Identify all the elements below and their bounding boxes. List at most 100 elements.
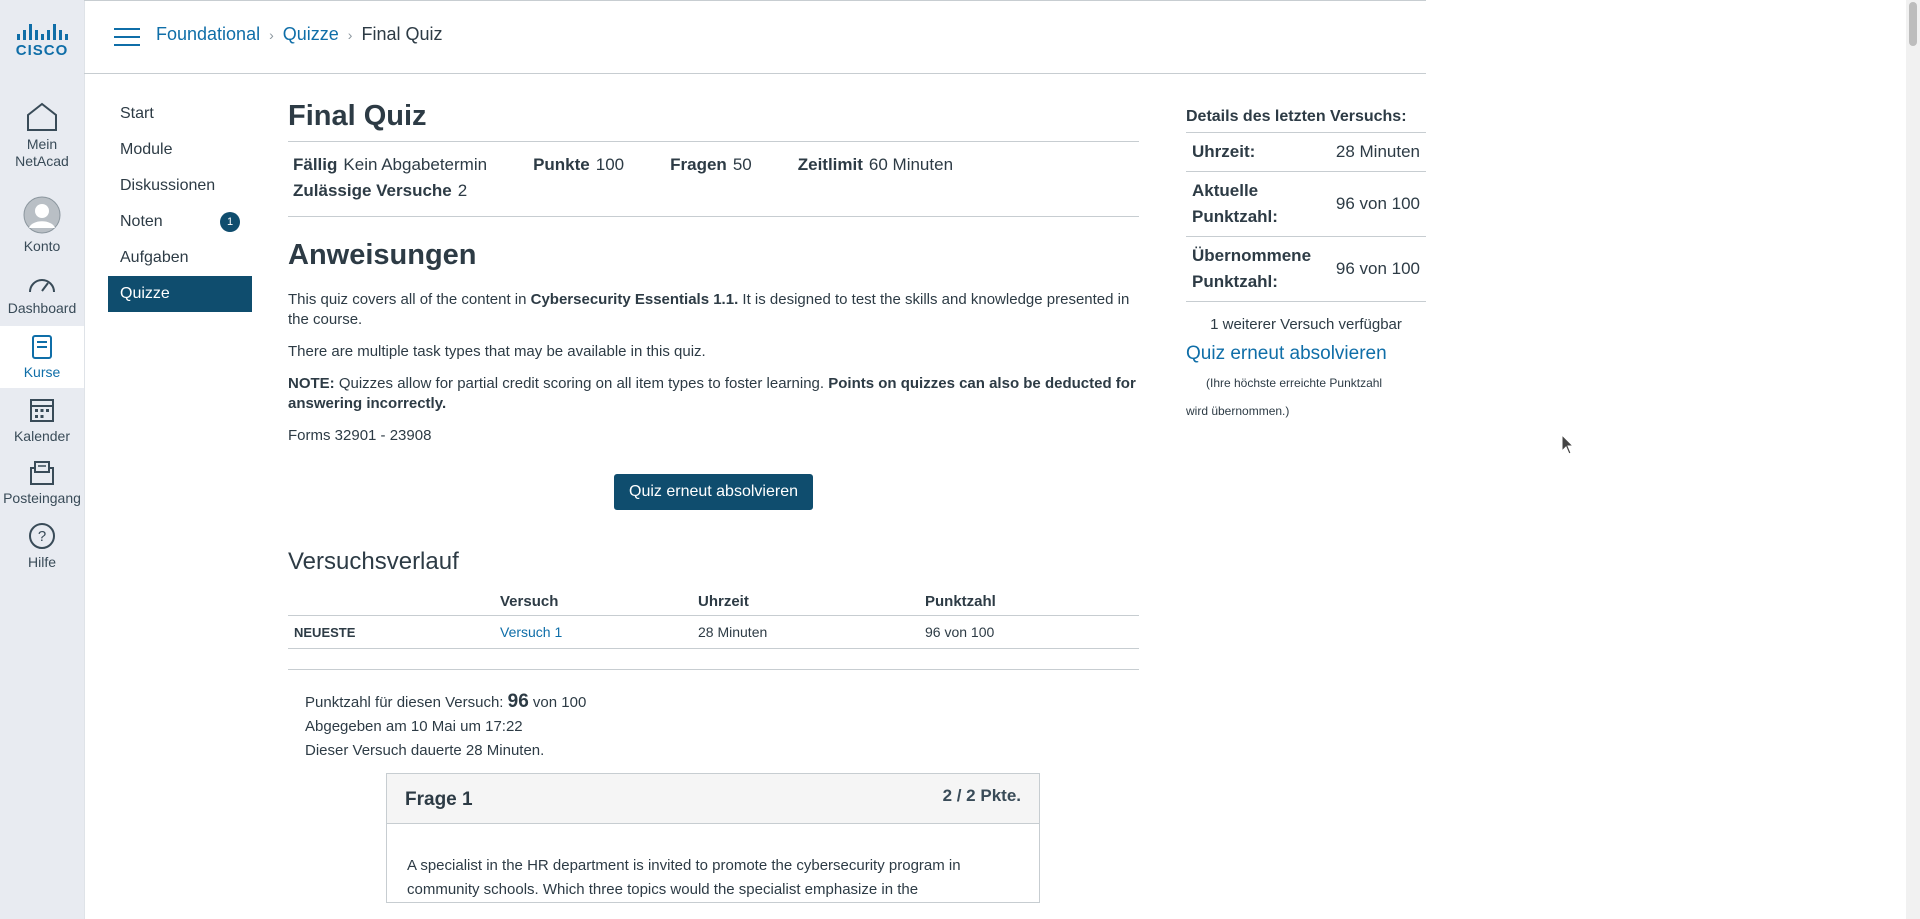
question-title: Frage 1 — [405, 789, 473, 810]
nav-label: Konto — [23, 238, 61, 254]
scrollbar-thumb[interactable] — [1909, 2, 1917, 46]
attempts-label: Zulässige Versuche — [293, 181, 452, 200]
nav-konto[interactable]: Konto — [0, 196, 84, 255]
questions-value: 50 — [732, 155, 752, 174]
mouse-cursor-icon — [1561, 434, 1575, 455]
attempts-available: 1 weiterer Versuch verfügbar — [1210, 316, 1402, 333]
detail-row: Übernommene Punktzahl: 96 von 100 — [1186, 237, 1426, 302]
attempt-score: 96 von 100 — [919, 615, 1139, 649]
top-bar: Foundational › Quizze › Final Quiz — [84, 0, 1426, 74]
attempt-time: 28 Minuten — [692, 615, 919, 649]
detail-label: Übernommene Punktzahl: — [1192, 246, 1312, 291]
detail-value: 28 Minuten — [1335, 142, 1420, 161]
retake-note: (Ihre höchste erreichte Punktzahl wird ü… — [1186, 376, 1383, 418]
attempt-history-table: Versuch Uhrzeit Punktzahl NEUESTE Versuc… — [288, 588, 1139, 649]
time-limit-value: 60 Minuten — [868, 155, 954, 174]
logo-text: CISCO — [15, 42, 69, 59]
page-title: Final Quiz — [288, 96, 1139, 142]
column-header — [288, 588, 494, 616]
instructions-paragraph: There are multiple task types that may b… — [288, 343, 706, 360]
course-nav-start[interactable]: Start — [108, 100, 252, 136]
course-nav: Start Module Diskussionen Noten 1 Aufgab… — [108, 100, 252, 312]
global-nav: CISCO Mein NetAcad Konto Dashboard Kurse… — [0, 0, 85, 919]
table-row: NEUESTE Versuch 1 28 Minuten 96 von 100 — [288, 615, 1139, 649]
course-nav-quizze[interactable]: Quizze — [108, 276, 252, 312]
chevron-right-icon: › — [347, 27, 353, 43]
instructions-heading: Anweisungen — [288, 239, 477, 271]
breadcrumb-section[interactable]: Quizze — [283, 24, 339, 44]
quiz-meta: Fällig Kein Abgabetermin Punkte 100 Fragen 50… — [288, 142, 1139, 217]
detail-label: Aktuelle Punktzahl: — [1192, 181, 1278, 226]
nav-label: Posteingang — [3, 490, 81, 506]
inbox-icon — [30, 461, 54, 485]
forms-text: Forms 32901 - 23908 — [288, 427, 432, 444]
nav-label: Hilfe — [27, 554, 56, 570]
nav-label: Kurse — [23, 364, 61, 380]
course-nav-aufgaben[interactable]: Aufgaben — [108, 244, 252, 280]
nav-label: NetAcad — [15, 153, 69, 169]
retake-quiz-button[interactable]: Quiz erneut absolvieren — [614, 474, 813, 510]
nav-label: Mein — [26, 136, 58, 152]
detail-row: Aktuelle Punktzahl: 96 von 100 — [1186, 172, 1426, 237]
attempt-link[interactable]: Versuch 1 — [500, 624, 562, 640]
attempt-details-panel: Details des letzten Versuchs: Uhrzeit: 2… — [1186, 108, 1426, 425]
column-header: Versuch — [494, 588, 692, 616]
hamburger-menu-icon[interactable] — [114, 28, 140, 48]
nav-label: Kalender — [13, 428, 71, 444]
dashboard-icon — [29, 279, 55, 293]
course-nav-module[interactable]: Module — [108, 136, 252, 172]
scrollbar[interactable] — [1906, 0, 1920, 919]
panel-title: Details des letzten Versuchs: — [1186, 108, 1426, 133]
question-card: Frage 1 2 / 2 Pkte. A specialist in the … — [386, 773, 1040, 903]
attempt-summary: Punktzahl für diesen Versuch: 96 von 100… — [288, 670, 1139, 763]
nav-hilfe[interactable]: ? Hilfe — [0, 522, 84, 571]
breadcrumb-course[interactable]: Foundational — [156, 24, 260, 44]
question-text: A specialist in the HR department is inv… — [407, 857, 961, 898]
history-heading: Versuchsverlauf — [288, 548, 459, 575]
breadcrumb: Foundational › Quizze › Final Quiz — [156, 24, 443, 45]
column-header: Punktzahl — [919, 588, 1139, 616]
duration-line: Dieser Versuch dauerte 28 Minuten. — [305, 742, 545, 759]
attempt-score-line: Punktzahl für diesen Versuch: 96 von 100 — [305, 691, 587, 712]
calendar-icon — [30, 399, 54, 422]
courses-icon — [32, 335, 52, 359]
chevron-right-icon: › — [269, 27, 274, 43]
main-content: Final Quiz Fällig Kein Abgabetermin Punkte… — [288, 96, 1139, 903]
breadcrumb-current: Final Quiz — [361, 24, 443, 44]
nav-posteingang[interactable]: Posteingang — [0, 460, 84, 507]
retake-quiz-link[interactable]: Quiz erneut absolvieren — [1186, 343, 1426, 365]
submitted-line: Abgegeben am 10 Mai um 17:22 — [305, 718, 523, 735]
nav-dashboard[interactable]: Dashboard — [0, 272, 84, 317]
instructions-paragraph: This quiz covers all of the content in C… — [288, 291, 1130, 328]
nav-kurse[interactable]: Kurse — [0, 326, 84, 388]
question-header: Frage 1 2 / 2 Pkte. — [387, 774, 1039, 824]
points-value: 100 — [595, 155, 625, 174]
instructions-note: NOTE: Quizzes allow for partial credit s… — [288, 375, 1136, 412]
detail-label: Uhrzeit: — [1192, 142, 1256, 161]
course-nav-noten[interactable]: Noten 1 — [108, 208, 252, 244]
home-icon — [27, 102, 57, 131]
course-nav-label: Noten — [120, 213, 163, 230]
latest-tag: NEUESTE — [288, 615, 494, 649]
points-label: Punkte — [533, 155, 590, 174]
detail-value: 96 von 100 — [1335, 259, 1420, 278]
nav-label: Dashboard — [7, 300, 77, 316]
avatar-icon — [23, 196, 61, 234]
due-value: Kein Abgabetermin — [343, 155, 488, 174]
help-icon: ? — [29, 523, 55, 549]
cisco-logo-icon — [0, 24, 84, 40]
due-label: Fällig — [293, 155, 338, 174]
notification-badge: 1 — [220, 212, 240, 232]
attempts-value: 2 — [457, 181, 468, 200]
detail-row: Uhrzeit: 28 Minuten — [1186, 133, 1426, 172]
questions-label: Fragen — [670, 155, 727, 174]
column-header: Uhrzeit — [692, 588, 919, 616]
course-nav-diskussionen[interactable]: Diskussionen — [108, 172, 252, 208]
cisco-logo[interactable]: CISCO — [0, 24, 84, 59]
nav-kalender[interactable]: Kalender — [0, 396, 84, 445]
time-limit-label: Zeitlimit — [797, 155, 863, 174]
nav-mein-netacad[interactable]: Mein NetAcad — [0, 102, 84, 170]
question-points: 2 / 2 Pkte. — [942, 786, 1021, 805]
detail-value: 96 von 100 — [1335, 194, 1420, 213]
svg-text:?: ? — [38, 528, 46, 545]
